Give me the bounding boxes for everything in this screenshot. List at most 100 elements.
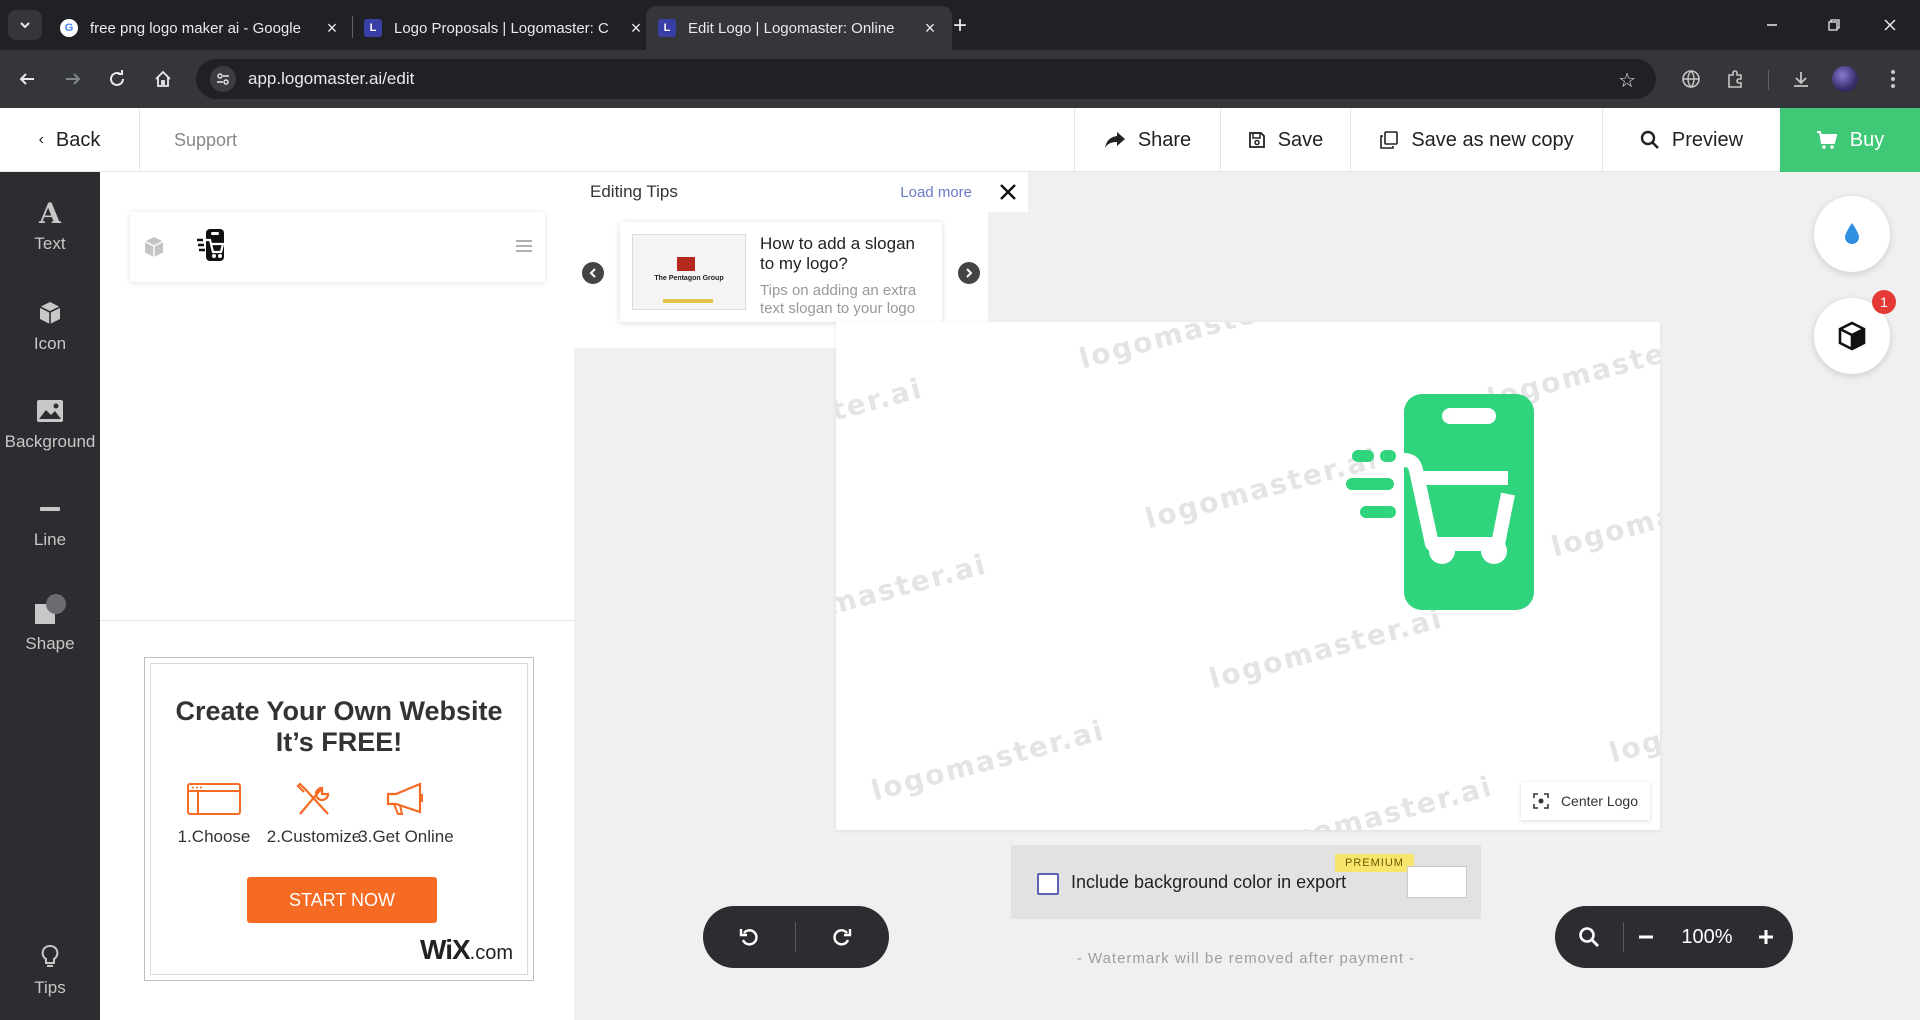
magnifier-icon xyxy=(1579,927,1599,947)
browser-tab-strip: G free png logo maker ai - Google × L Lo… xyxy=(0,0,1920,50)
chevron-left-icon: ‹ xyxy=(38,131,44,148)
3d-mockup-button[interactable]: 1 xyxy=(1814,290,1896,374)
zoom-out-button[interactable] xyxy=(1624,906,1668,968)
reload-button[interactable] xyxy=(102,64,132,94)
toolbar-divider xyxy=(1768,70,1769,90)
tab-title: free png logo maker ai - Google xyxy=(90,19,301,37)
downloads-button[interactable] xyxy=(1786,64,1816,94)
back-button[interactable]: ‹ Back xyxy=(0,108,140,172)
browser-tab-google[interactable]: G free png logo maker ai - Google × xyxy=(48,6,354,50)
puzzle-icon xyxy=(1728,70,1742,88)
bookmark-star-icon[interactable]: ☆ xyxy=(1618,68,1636,93)
browser-window-icon xyxy=(187,783,241,815)
undo-button[interactable] xyxy=(703,906,795,968)
zoom-search-button[interactable] xyxy=(1555,906,1623,968)
center-logo-button[interactable]: Center Logo xyxy=(1520,782,1650,820)
share-icon xyxy=(1104,132,1125,148)
watermark-text: logomaster.ai xyxy=(1547,469,1660,564)
arrow-right-icon xyxy=(66,73,81,85)
load-more-link[interactable]: Load more xyxy=(900,184,972,201)
ad-headline: Create Your Own Website It’s FREE! xyxy=(151,696,527,758)
tab-title: Edit Logo | Logomaster: Online xyxy=(688,19,895,37)
browser-toolbar: app.logomaster.ai/edit ☆ xyxy=(0,50,1920,108)
home-icon xyxy=(155,70,171,87)
address-bar[interactable]: app.logomaster.ai/edit ☆ xyxy=(196,59,1656,99)
preview-label: Preview xyxy=(1671,128,1744,151)
wix-ad-banner[interactable]: Create Your Own Website It’s FREE! 1.Cho… xyxy=(144,657,534,981)
tip-title: How to add a slogan to my logo? xyxy=(760,234,915,273)
restore-button[interactable] xyxy=(1814,10,1854,40)
translate-button[interactable] xyxy=(1676,64,1706,94)
ad-step-label: 1.Choose xyxy=(177,827,251,846)
close-tab-icon[interactable]: × xyxy=(322,18,342,39)
water-drop-icon xyxy=(1845,223,1859,244)
tip-card[interactable]: The Pentagon Group How to add a slogan t… xyxy=(620,222,942,322)
new-tab-button[interactable]: + xyxy=(946,12,974,40)
chevron-right-icon xyxy=(966,268,973,278)
tool-line[interactable]: Line xyxy=(0,494,100,550)
watermark-notice: - Watermark will be removed after paymen… xyxy=(1076,950,1416,967)
undo-icon xyxy=(739,929,758,946)
browser-tab-edit-logo[interactable]: L Edit Logo | Logomaster: Online × xyxy=(646,6,952,50)
tips-prev-button[interactable] xyxy=(582,262,604,284)
background-color-swatch[interactable] xyxy=(1407,866,1467,898)
arrow-left-icon xyxy=(19,73,34,85)
browser-tab-proposals[interactable]: L Logo Proposals | Logomaster: C × xyxy=(352,6,658,50)
tool-shape[interactable]: Shape xyxy=(0,592,100,654)
ad-step-choose: 1.Choose xyxy=(159,782,269,847)
buy-label: Buy xyxy=(1849,128,1885,151)
export-options: Include background color in export PREMI… xyxy=(1011,845,1481,919)
forward-nav-button[interactable] xyxy=(58,64,88,94)
back-nav-button[interactable] xyxy=(12,64,42,94)
tool-label: Text xyxy=(34,234,66,253)
zoom-controls: 100% xyxy=(1555,906,1793,968)
save-as-new-copy-button[interactable]: Save as new copy xyxy=(1350,108,1602,172)
copy-icon xyxy=(1380,131,1399,149)
share-button[interactable]: Share xyxy=(1074,108,1220,172)
tab-title: Logo Proposals | Logomaster: C xyxy=(394,19,609,37)
watermark-text: logomaster.ai xyxy=(867,713,1109,808)
drag-handle-icon[interactable] xyxy=(515,238,533,259)
layer-item[interactable] xyxy=(130,212,545,282)
tips-title: Editing Tips xyxy=(590,182,678,201)
extensions-button[interactable] xyxy=(1720,64,1750,94)
premium-badge: PREMIUM xyxy=(1335,854,1414,872)
ad-start-now-button[interactable]: START NOW xyxy=(247,877,437,923)
save-button[interactable]: Save xyxy=(1220,108,1350,172)
close-tab-icon[interactable]: × xyxy=(626,18,646,39)
close-tab-icon[interactable]: × xyxy=(920,18,940,39)
thumbnail-caption: The Pentagon Group xyxy=(654,275,724,282)
tool-text[interactable]: A Text xyxy=(0,197,100,254)
include-bg-label[interactable]: Include background color in export xyxy=(1071,872,1346,893)
support-link[interactable]: Support xyxy=(174,108,237,172)
save-copy-label: Save as new copy xyxy=(1411,128,1574,151)
cart-icon xyxy=(1816,131,1838,149)
zoom-in-button[interactable] xyxy=(1746,906,1786,968)
buy-button[interactable]: Buy xyxy=(1780,108,1920,172)
close-window-button[interactable] xyxy=(1870,10,1910,40)
wix-brand: WiX xyxy=(420,934,471,965)
minimize-button[interactable] xyxy=(1752,10,1792,40)
tool-tips[interactable]: Tips xyxy=(0,942,100,998)
tab-search-button[interactable] xyxy=(8,10,42,40)
browser-menu-button[interactable] xyxy=(1878,64,1908,94)
home-button[interactable] xyxy=(148,64,178,94)
profile-avatar[interactable] xyxy=(1832,66,1858,92)
tool-label: Tips xyxy=(34,978,66,997)
close-tips-button[interactable] xyxy=(988,172,1028,212)
tips-next-button[interactable] xyxy=(958,262,980,284)
save-label: Save xyxy=(1277,128,1324,151)
tool-icon[interactable]: Icon xyxy=(0,298,100,354)
preview-button[interactable]: Preview xyxy=(1602,108,1780,172)
site-info-icon[interactable] xyxy=(210,66,236,92)
minus-icon xyxy=(1639,935,1653,939)
shopping-cart-phone-logo-icon[interactable] xyxy=(1346,394,1536,612)
watermark-text: logomaster.ai xyxy=(836,371,927,466)
redo-button[interactable] xyxy=(796,906,888,968)
thumbnail-bar xyxy=(663,299,713,303)
include-bg-checkbox[interactable] xyxy=(1037,873,1059,895)
tool-background[interactable]: Background xyxy=(0,396,100,452)
color-picker-button[interactable] xyxy=(1814,196,1890,272)
download-icon xyxy=(1794,72,1808,87)
logo-canvas[interactable]: logomaster.ai logomaster.ai logomaster.a… xyxy=(836,322,1660,830)
